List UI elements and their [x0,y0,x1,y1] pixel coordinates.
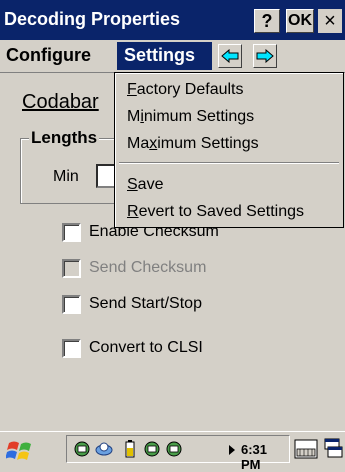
menu-settings[interactable]: Settings [117,42,212,70]
menu-item-revert-to-saved-settings[interactable]: Revert to Saved Settings [127,203,304,221]
help-button[interactable]: ? [254,9,280,33]
convert-to-clsi-label: Convert to CLSI [89,339,203,356]
send-start-stop-label: Send Start/Stop [89,295,202,312]
battery-icon[interactable] [121,440,139,458]
arrow-right-icon [256,49,274,63]
sync-icon[interactable] [95,440,113,458]
menu-item-factory-defaults[interactable]: Factory Defaults [127,81,244,99]
title-bar: Decoding Properties ? OK × [0,0,345,40]
convert-to-clsi-row[interactable]: Convert to CLSI [62,337,203,359]
network-icon-3[interactable] [165,440,183,458]
send-start-stop-row[interactable]: Send Start/Stop [62,293,202,315]
menu-separator [119,162,339,164]
taskbar: 6:31 PM [0,431,345,472]
start-icon[interactable] [6,437,36,463]
min-label: Min [53,168,79,185]
menu-configure[interactable]: Configure [6,45,91,66]
send-checksum-row: Send Checksum [62,257,206,279]
tray-expand-icon[interactable] [229,445,235,455]
menu-item-maximum-settings[interactable]: Maximum Settings [127,135,259,153]
arrow-left-icon [221,49,239,63]
settings-dropdown-menu: Factory Defaults Minimum Settings Maximu… [114,72,344,228]
window-title: Decoding Properties [4,9,181,29]
windows-icon[interactable] [323,437,343,461]
network-icon-2[interactable] [143,440,161,458]
nav-back-button[interactable] [218,44,242,68]
send-start-stop-checkbox[interactable] [62,294,81,314]
nav-forward-button[interactable] [253,44,277,68]
menu-item-save[interactable]: Save [127,176,163,194]
system-tray: 6:31 PM [66,435,290,472]
keyboard-icon[interactable] [294,437,318,461]
send-checksum-label: Send Checksum [89,259,207,276]
menu-bar: Configure Settings [0,40,345,73]
menu-item-minimum-settings[interactable]: Minimum Settings [127,108,254,126]
clock[interactable]: 6:31 PM [241,442,289,472]
close-button[interactable]: × [318,9,342,33]
convert-to-clsi-checkbox[interactable] [62,338,81,358]
ok-button[interactable]: OK [286,9,314,33]
send-checksum-checkbox [62,258,81,278]
network-icon[interactable] [73,440,91,458]
enable-checksum-checkbox[interactable] [62,222,81,242]
lengths-label: Lengths [29,128,100,148]
page-title: Codabar [22,91,99,113]
